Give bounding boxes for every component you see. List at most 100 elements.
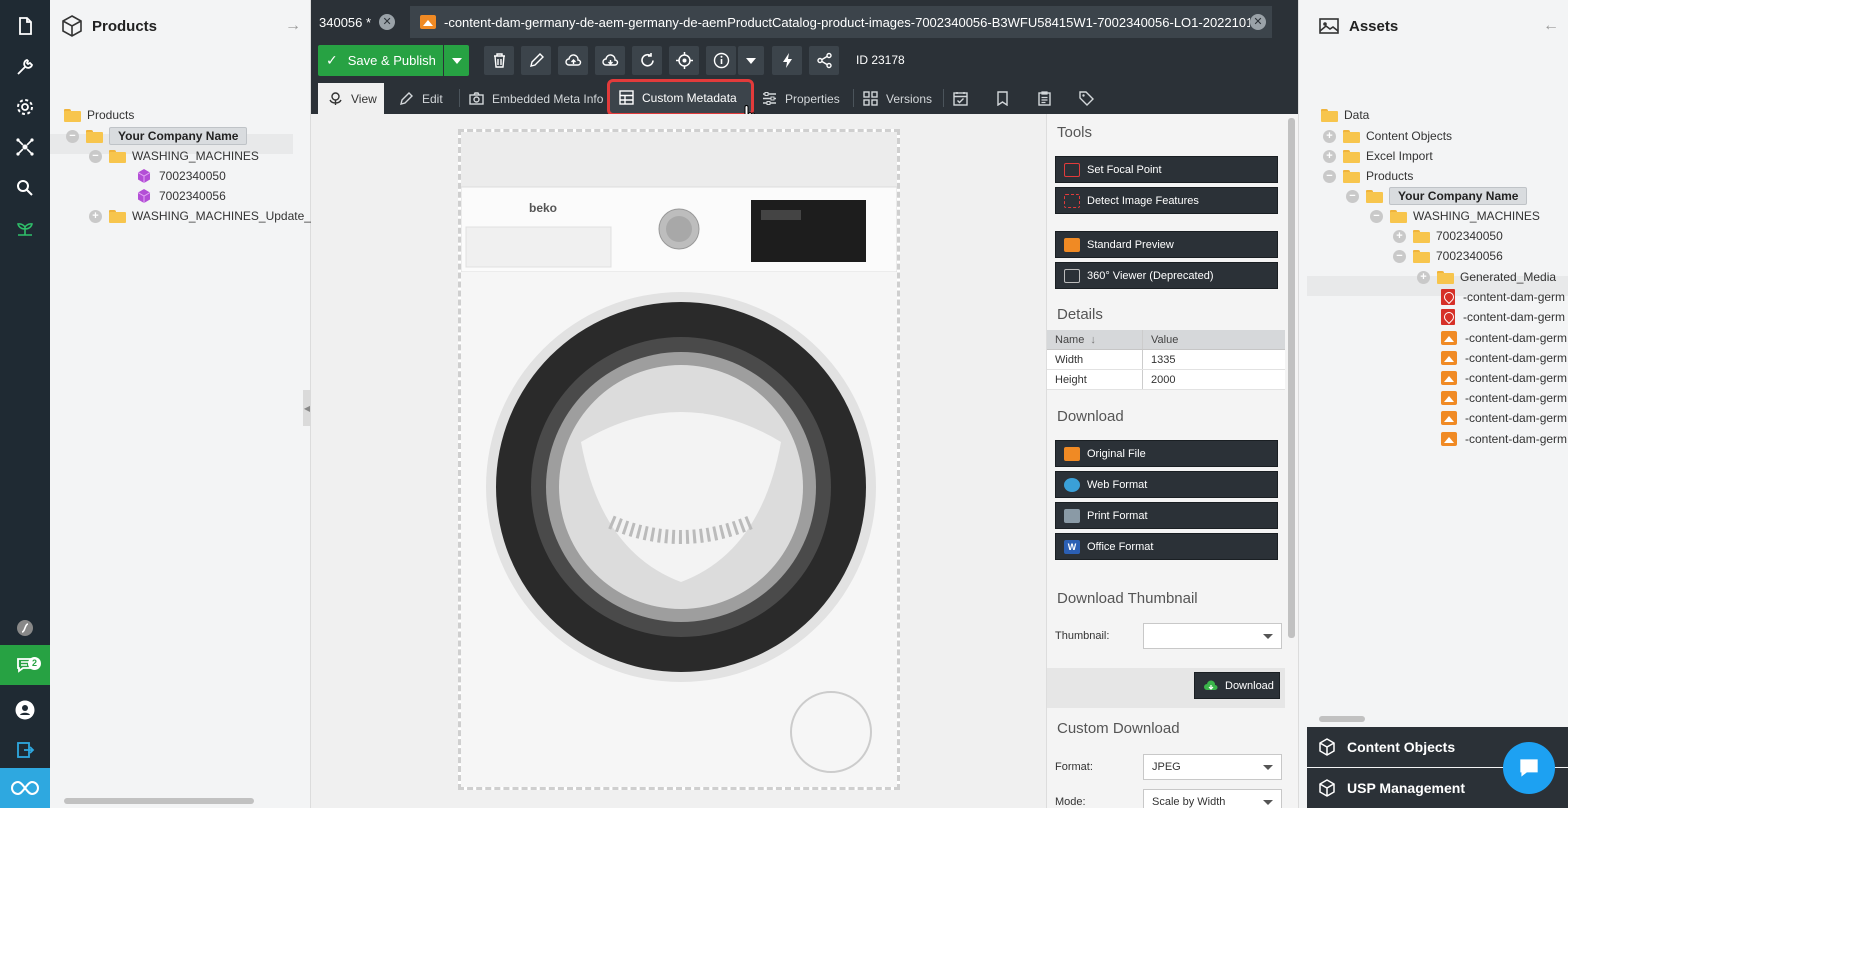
column-header-value[interactable]: Value	[1143, 334, 1285, 346]
notifications-chat-icon[interactable]: 2	[0, 645, 50, 685]
collapse-toggle-icon[interactable]: −	[1323, 169, 1336, 183]
upload-button[interactable]	[558, 46, 588, 75]
search-icon[interactable]	[0, 168, 50, 208]
download-thumbnail-button[interactable]: Download	[1194, 672, 1280, 699]
asset-file-image[interactable]: -content-dam-germ	[1441, 408, 1567, 428]
tools-vertical-scrollbar[interactable]	[1288, 118, 1295, 638]
expand-toggle-icon[interactable]: +	[1393, 229, 1406, 243]
tab-asset-image[interactable]: -content-dam-germany-de-aem-germany-de-a…	[410, 6, 1272, 38]
column-header-name[interactable]: Name ↓	[1047, 330, 1143, 349]
tree-node-content-objects[interactable]: + Content Objects	[1323, 126, 1452, 146]
collapse-toggle-icon[interactable]: −	[66, 129, 79, 143]
tree-node-7002340050[interactable]: + 7002340050	[1393, 226, 1503, 246]
asset-tools-sidebar: Tools Set Focal Point Detect Image Featu…	[1046, 114, 1298, 808]
tab-custom-metadata[interactable]: Custom Metadata	[607, 79, 754, 116]
save-publish-button[interactable]: ✓ Save & Publish	[318, 45, 443, 76]
asset-file-image[interactable]: -content-dam-germ	[1441, 328, 1567, 348]
folder-icon	[1437, 270, 1454, 284]
format-select[interactable]: JPEG	[1143, 754, 1282, 780]
print-format-button[interactable]: Print Format	[1055, 502, 1278, 529]
wrench-icon[interactable]	[0, 47, 50, 87]
tab-product-7002340056[interactable]: 340056 * ✕	[311, 6, 409, 38]
network-icon[interactable]	[0, 127, 50, 167]
products-panel-header: Products →	[50, 0, 310, 52]
asset-file-image[interactable]: -content-dam-germ	[1441, 348, 1567, 368]
tree-node-washing-machines-update[interactable]: + WASHING_MACHINES_Update_N	[89, 206, 320, 226]
tree-node-company[interactable]: − Your Company Name	[66, 126, 248, 146]
thumbnail-select[interactable]	[1143, 623, 1282, 649]
asset-image-preview[interactable]: beko	[458, 129, 900, 790]
asset-file-image[interactable]: -content-dam-germ	[1441, 388, 1567, 408]
original-file-button[interactable]: Original File	[1055, 440, 1278, 467]
asset-file-pdf[interactable]: -content-dam-germ	[1441, 287, 1565, 307]
close-icon[interactable]: ✕	[379, 14, 396, 30]
tree-node-7002340056[interactable]: − 7002340056	[1393, 246, 1503, 266]
360-viewer-button[interactable]: 360° Viewer (Deprecated)	[1055, 262, 1278, 289]
products-horizontal-scrollbar[interactable]	[54, 796, 304, 806]
web-format-button[interactable]: Web Format	[1055, 471, 1278, 498]
download-button[interactable]	[595, 46, 625, 75]
document-icon[interactable]	[0, 6, 50, 46]
collapse-toggle-icon[interactable]: −	[1370, 209, 1383, 223]
chat-support-button[interactable]	[1503, 742, 1555, 794]
asset-file-image[interactable]: -content-dam-germ	[1441, 368, 1567, 388]
tree-node-generated-media[interactable]: + Generated_Media	[1417, 267, 1556, 287]
standard-preview-button[interactable]: Standard Preview	[1055, 231, 1278, 258]
tab-notes[interactable]	[985, 83, 1020, 114]
tab-edit[interactable]: Edit	[389, 83, 459, 114]
expand-toggle-icon[interactable]: +	[89, 209, 102, 223]
info-icon	[713, 52, 729, 69]
collapse-toggle-icon[interactable]: −	[89, 149, 102, 163]
tree-node-data[interactable]: Data	[1321, 105, 1369, 125]
tree-node-excel-import[interactable]: + Excel Import	[1323, 146, 1433, 166]
settings-gear-icon[interactable]	[0, 87, 50, 127]
office-format-button[interactable]: W Office Format	[1055, 533, 1278, 560]
show-in-tree-button[interactable]	[669, 46, 699, 75]
left-splitter-handle[interactable]: ◀	[303, 390, 311, 426]
quick-action-button[interactable]	[772, 46, 802, 75]
tab-embedded-meta-info[interactable]: Embedded Meta Info	[459, 83, 604, 114]
expand-toggle-icon[interactable]: +	[1323, 149, 1336, 163]
tab-schedule[interactable]	[943, 83, 978, 114]
info-button[interactable]	[706, 46, 736, 75]
tree-node-washing-machines[interactable]: − WASHING_MACHINES	[89, 146, 259, 166]
collapse-arrow-icon[interactable]: ←	[1534, 16, 1568, 36]
tab-properties[interactable]: Properties	[752, 83, 852, 114]
tree-node-products[interactable]: Products	[64, 105, 134, 125]
user-avatar-icon[interactable]	[0, 690, 50, 730]
collapse-toggle-icon[interactable]: −	[1393, 249, 1406, 263]
asset-file-image[interactable]: -content-dam-germ	[1441, 429, 1567, 449]
assets-horizontal-scrollbar[interactable]	[1309, 714, 1559, 724]
mode-select[interactable]: Scale by Width	[1143, 789, 1282, 808]
set-focal-point-button[interactable]: Set Focal Point	[1055, 156, 1278, 183]
delete-button[interactable]	[484, 46, 514, 75]
expand-toggle-icon[interactable]: +	[1417, 270, 1430, 284]
rename-button[interactable]	[521, 46, 551, 75]
close-icon[interactable]: ✕	[1250, 14, 1266, 30]
share-button[interactable]	[809, 46, 839, 75]
collapse-arrow-icon[interactable]: →	[276, 16, 310, 36]
tree-node-company[interactable]: − Your Company Name	[1346, 186, 1528, 206]
tab-tasks[interactable]	[1027, 83, 1062, 114]
logout-icon[interactable]	[0, 730, 50, 770]
expand-toggle-icon[interactable]: +	[1323, 129, 1336, 143]
detect-image-features-button[interactable]: Detect Image Features	[1055, 187, 1278, 214]
tab-tags[interactable]	[1069, 83, 1104, 114]
detail-value-width: 1335	[1151, 353, 1176, 366]
folder-icon	[1343, 169, 1360, 183]
tree-node-products[interactable]: − Products	[1323, 166, 1413, 186]
more-options-dropdown[interactable]	[738, 46, 764, 75]
plant-icon[interactable]	[0, 208, 50, 248]
cloud-upload-icon	[564, 54, 581, 66]
save-options-dropdown[interactable]	[444, 45, 469, 76]
collapse-toggle-icon[interactable]: −	[1346, 189, 1359, 203]
tab-view[interactable]: View	[318, 83, 384, 114]
reload-button[interactable]	[632, 46, 662, 75]
pimcore-logo-icon[interactable]	[0, 768, 50, 808]
tree-node-washing-machines[interactable]: − WASHING_MACHINES	[1370, 206, 1540, 226]
tree-node-7002340050[interactable]: 7002340050	[136, 166, 226, 186]
tab-versions[interactable]: Versions	[853, 83, 943, 114]
asset-file-pdf[interactable]: -content-dam-germ	[1441, 307, 1565, 327]
tree-node-7002340056[interactable]: 7002340056	[136, 186, 226, 206]
symfony-icon[interactable]	[0, 608, 50, 648]
